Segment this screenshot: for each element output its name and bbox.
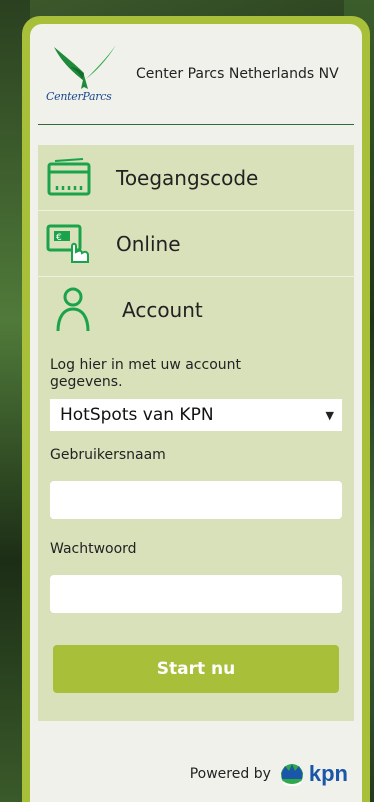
voucher-card-icon: [46, 155, 92, 201]
menu-label-toegangscode: Toegangscode: [116, 165, 259, 190]
svg-text:€: €: [56, 233, 62, 243]
password-label: Wachtwoord: [50, 541, 137, 557]
company-name: Center Parcs Netherlands NV: [136, 65, 339, 82]
account-panel: Account Log hier in met uw account gegev…: [38, 277, 354, 721]
dropdown-arrow-icon: ▼: [325, 408, 334, 422]
login-methods-menu: Toegangscode € Online Account Log hier i…: [38, 145, 354, 721]
login-card: CenterParcs Center Parcs Netherlands NV: [30, 24, 362, 802]
menu-label-online: Online: [116, 231, 181, 256]
menu-item-toegangscode[interactable]: Toegangscode: [38, 145, 354, 211]
menu-label-account: Account: [122, 298, 203, 322]
user-account-icon: [50, 287, 96, 333]
username-input[interactable]: [50, 481, 342, 519]
provider-select[interactable]: HotSpots van KPN ▼: [50, 399, 342, 431]
logo-text: CenterParcs: [46, 90, 112, 103]
password-input[interactable]: [50, 575, 342, 613]
account-help-text: Log hier in met uw account gegevens.: [50, 357, 241, 390]
kpn-crown-icon: [280, 764, 303, 786]
username-label: Gebruikersnaam: [50, 447, 166, 463]
kpn-brand-text: kpn: [308, 761, 348, 786]
start-button[interactable]: Start nu: [53, 645, 339, 693]
portal-frame: CenterParcs Center Parcs Netherlands NV: [22, 16, 370, 802]
online-payment-icon: €: [46, 221, 92, 267]
powered-by-text: Powered by: [189, 766, 271, 782]
header: CenterParcs Center Parcs Netherlands NV: [30, 24, 362, 124]
footer: Powered by kpn: [190, 760, 348, 788]
kpn-logo: kpn: [277, 760, 348, 788]
header-divider: [38, 124, 354, 125]
menu-item-online[interactable]: € Online: [38, 211, 354, 277]
center-parcs-logo: CenterParcs: [44, 43, 124, 105]
provider-select-value: HotSpots van KPN: [60, 405, 214, 425]
menu-item-account[interactable]: Account: [50, 277, 342, 343]
